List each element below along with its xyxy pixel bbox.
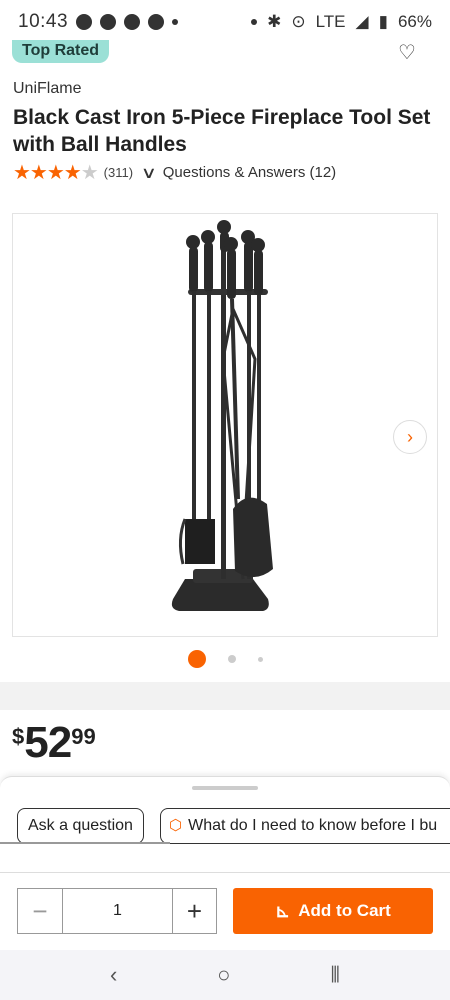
half-star-icon: ★: [80, 162, 99, 184]
status-bar: 10:43 ✱ ⊙ LTE ◢ ▮ 66%: [0, 0, 450, 44]
review-count[interactable]: (311): [104, 165, 133, 180]
questions-answers-link[interactable]: Questions & Answers (12): [163, 164, 336, 181]
quantity-input[interactable]: 1: [62, 889, 172, 933]
messenger-icon: [124, 14, 141, 30]
dot-icon: [251, 19, 258, 25]
product-brand[interactable]: UniFlame: [13, 80, 81, 98]
price-whole: 52: [24, 718, 72, 767]
battery-level: 66%: [397, 12, 432, 31]
favorite-heart-icon[interactable]: ♡: [396, 42, 418, 64]
bluetooth-icon: ✱: [267, 12, 282, 31]
hexagon-sparkle-icon: ⬡: [169, 817, 183, 834]
increase-quantity-button[interactable]: +: [172, 889, 216, 933]
recents-icon[interactable]: ⦀: [330, 962, 340, 988]
sheet-drag-handle[interactable]: [192, 786, 258, 790]
system-icons: ✱ ⊙ LTE ◢ ▮ 66%: [251, 12, 432, 32]
carousel-dot-active[interactable]: [187, 650, 206, 668]
location-icon: ⊙: [291, 12, 306, 31]
suggested-question-chip[interactable]: ⬡ What do I need to know before I bu: [160, 808, 450, 844]
messenger-icon: [148, 14, 165, 30]
home-icon[interactable]: ○: [217, 962, 230, 988]
price-currency: $: [12, 724, 25, 749]
section-divider: [0, 682, 450, 710]
hand-truck-icon: ⊾: [275, 900, 291, 921]
back-icon[interactable]: ‹: [110, 962, 117, 988]
carousel-dot[interactable]: [227, 655, 236, 663]
suggested-question-label: What do I need to know before I bu: [188, 817, 438, 834]
ask-question-chip[interactable]: Ask a question: [17, 808, 144, 844]
chat-icon: [76, 14, 93, 30]
decrease-quantity-button[interactable]: −: [18, 889, 62, 933]
assistant-sheet: Ask a question ⬡ What do I need to know b…: [0, 776, 450, 872]
more-notifications-icon: [172, 19, 179, 25]
add-to-cart-bar: − 1 + ⊾ Add to Cart: [0, 872, 450, 950]
network-label: LTE: [315, 12, 346, 31]
price-cents: 99: [71, 724, 96, 749]
battery-icon: ▮: [378, 12, 388, 31]
product-title: Black Cast Iron 5-Piece Fireplace Tool S…: [13, 106, 431, 156]
rating-row: ★★★★★ (311) ∨ Questions & Answers (12): [13, 160, 336, 185]
notification-icons: [76, 14, 179, 30]
quantity-stepper: − 1 +: [17, 888, 217, 934]
messenger-icon: [100, 14, 117, 30]
chevron-down-icon[interactable]: ∨: [141, 163, 157, 183]
rating-stars[interactable]: ★★★★★: [13, 160, 99, 185]
carousel-dots: [0, 650, 450, 668]
top-rated-badge: Top Rated: [12, 40, 110, 63]
scroll-indicator: [0, 842, 170, 844]
signal-icon: ◢: [355, 12, 369, 31]
product-image-carousel[interactable]: ›: [12, 213, 438, 637]
product-price: $5299: [12, 718, 96, 768]
add-to-cart-label: Add to Cart: [298, 901, 391, 920]
carousel-next-button[interactable]: ›: [393, 420, 427, 454]
product-image: [171, 220, 273, 611]
carousel-dot[interactable]: [257, 656, 263, 662]
system-navigation-bar: ‹ ○ ⦀: [0, 950, 450, 1000]
add-to-cart-button[interactable]: ⊾ Add to Cart: [233, 888, 433, 934]
status-time: 10:43: [18, 11, 69, 32]
